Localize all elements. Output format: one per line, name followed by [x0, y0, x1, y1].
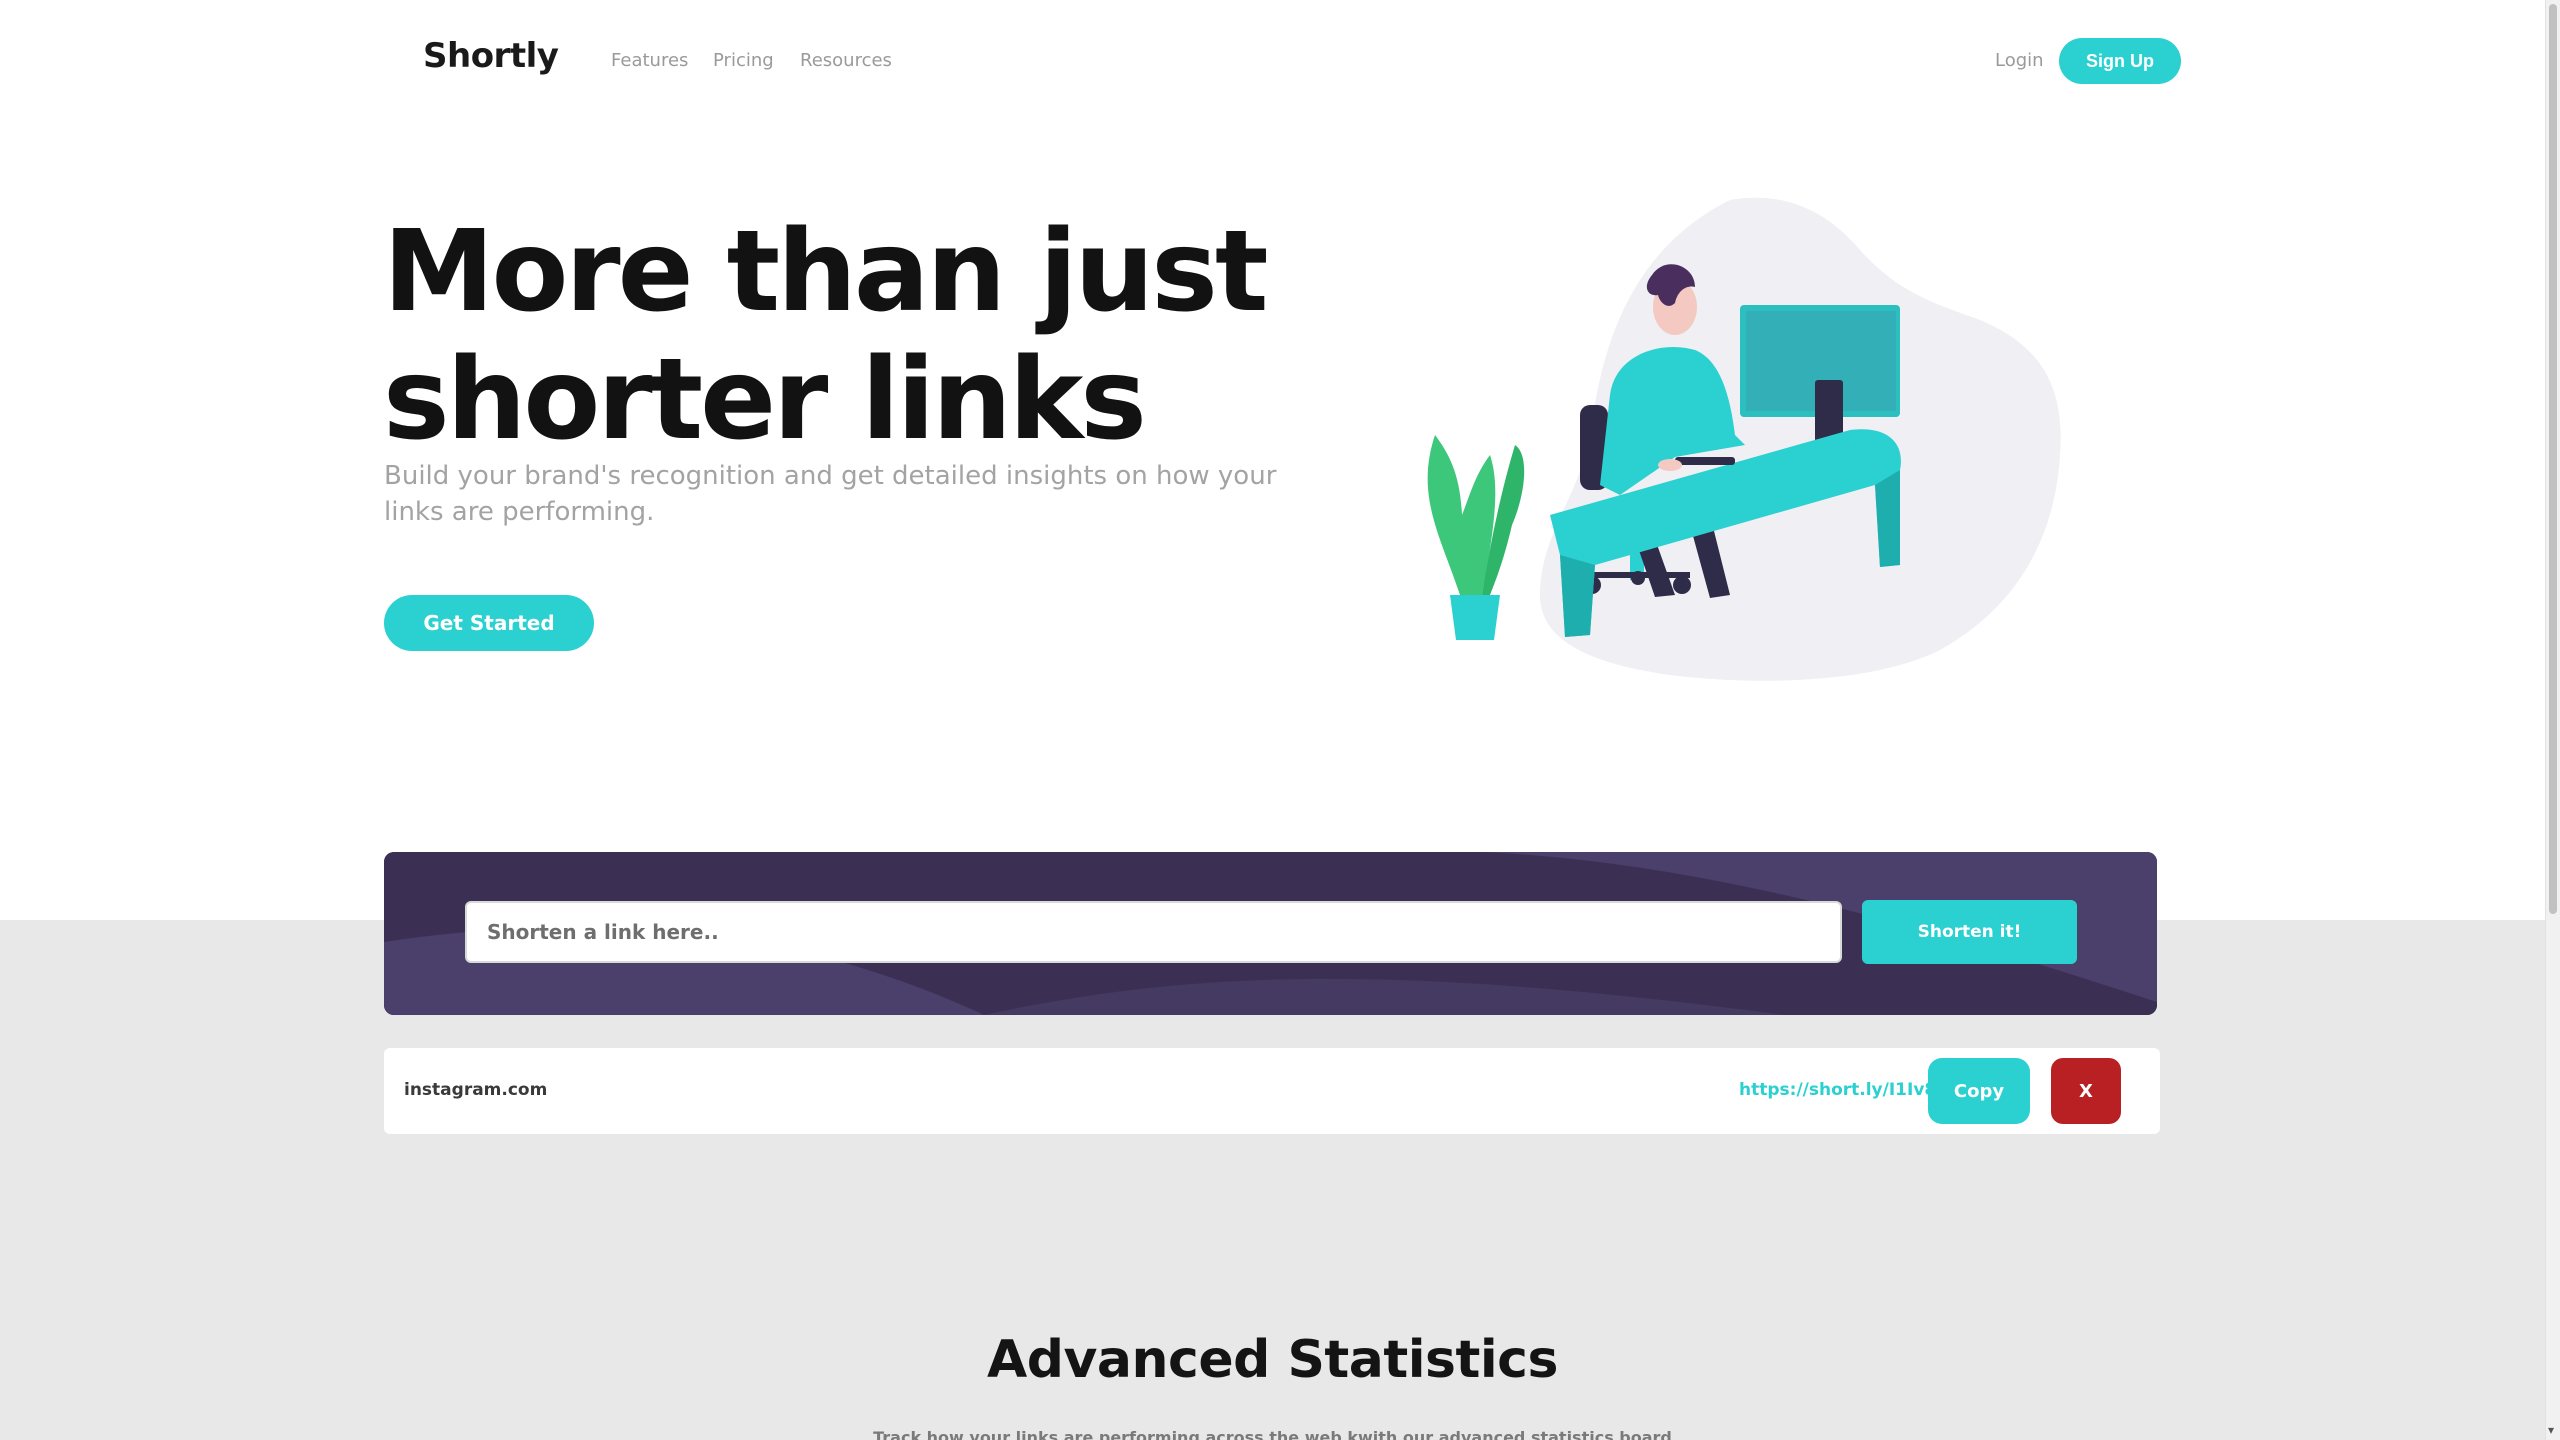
top-nav: Shortly Features Pricing Resources Login… — [0, 0, 2545, 120]
remove-link-button[interactable]: X — [2051, 1058, 2121, 1124]
nav-link-pricing[interactable]: Pricing — [713, 50, 774, 71]
signup-button[interactable]: Sign Up — [2059, 38, 2181, 84]
nav-link-resources[interactable]: Resources — [800, 50, 892, 71]
scrollbar-thumb[interactable] — [2549, 4, 2557, 914]
get-started-button[interactable]: Get Started — [384, 595, 594, 651]
login-link[interactable]: Login — [1995, 50, 2044, 71]
copy-button[interactable]: Copy — [1928, 1058, 2030, 1124]
hero-title-line-2: shorter links — [383, 335, 1147, 465]
shorten-button[interactable]: Shorten it! — [1862, 900, 2077, 964]
short-url-link[interactable]: https://short.ly/I1Iv8 — [1739, 1080, 1936, 1100]
logo[interactable]: Shortly — [423, 36, 559, 76]
hero-subtitle: Build your brand's recognition and get d… — [384, 461, 1277, 527]
person-working-illustration — [1427, 197, 2061, 681]
page: Shortly Features Pricing Resources Login… — [0, 0, 2560, 1440]
stats-heading: Advanced Statistics — [987, 1330, 1558, 1390]
original-url: instagram.com — [404, 1080, 548, 1100]
vertical-scrollbar[interactable]: ▾ — [2545, 0, 2560, 1440]
hero-title-line-1: More than just — [383, 207, 1269, 337]
hero-title: More than just shorter links — [383, 208, 1283, 464]
shorten-input-placeholder: Shorten a link here.. — [487, 920, 719, 944]
shortened-link-row: instagram.com https://short.ly/I1Iv8 Cop… — [384, 1048, 2160, 1134]
shorten-url-input[interactable]: Shorten a link here.. — [465, 901, 1842, 963]
plant-pot — [1450, 595, 1500, 640]
nav-link-features[interactable]: Features — [611, 50, 688, 71]
stats-subtitle: Track how your links are performing acro… — [873, 1428, 1672, 1440]
shorten-form: Shorten a link here.. Shorten it! — [384, 852, 2157, 1015]
scroll-down-arrow-icon[interactable]: ▾ — [2548, 1424, 2554, 1436]
plant-leaves — [1427, 435, 1496, 595]
